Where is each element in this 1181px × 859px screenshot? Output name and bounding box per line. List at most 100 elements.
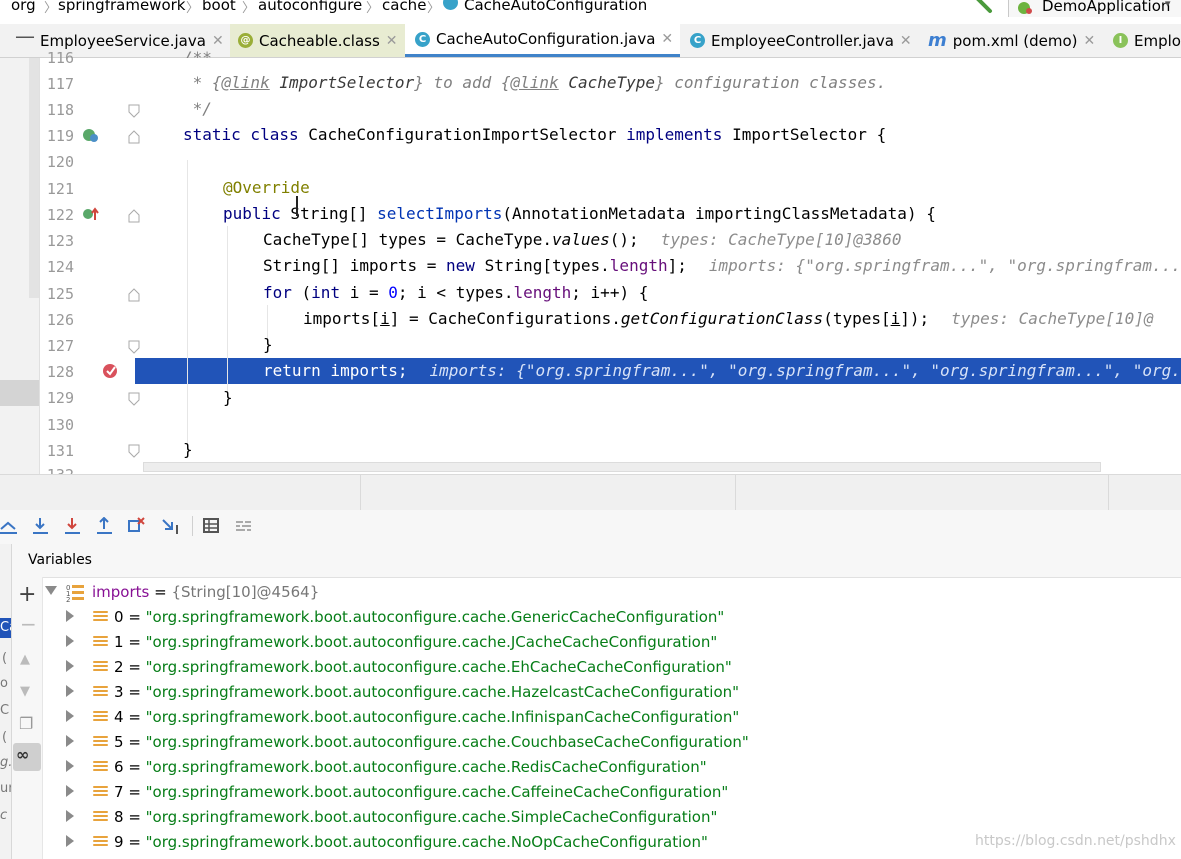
field-icon (93, 809, 108, 821)
code-token: String[types. (474, 256, 610, 275)
array-element-row[interactable]: 5 = "org.springframework.boot.autoconfig… (114, 733, 749, 751)
code-token: imports[ (303, 309, 381, 328)
element-index: 3 (114, 683, 124, 701)
array-element-row[interactable]: 6 = "org.springframework.boot.autoconfig… (114, 758, 707, 776)
variable-row-imports[interactable]: imports = {String[10]@4564} (92, 583, 319, 601)
step-over-icon[interactable] (32, 517, 50, 535)
code-token: ImportSelector (269, 73, 415, 92)
expand-arrow-icon[interactable] (66, 610, 74, 622)
element-value: "org.springframework.boot.autoconfigure.… (145, 683, 740, 701)
tab-cacheable[interactable]: @ Cacheable.class ✕ (230, 24, 405, 57)
breadcrumb-item-autoconfigure[interactable]: autoconfigure (258, 0, 362, 14)
run-configuration-selector[interactable]: DemoApplication ▾ (1008, 0, 1181, 17)
expand-arrow-icon[interactable] (66, 710, 74, 722)
breadcrumb-item-org[interactable]: org (11, 0, 36, 14)
fold-marker-icon[interactable] (128, 209, 140, 223)
code-token: getConfigurationClass (620, 309, 824, 328)
element-index: 9 (114, 833, 124, 851)
show-watches-toggle[interactable]: ∞ (13, 743, 41, 771)
tab-cache-auto-configuration[interactable]: C CacheAutoConfiguration.java ✕ (405, 24, 680, 57)
drop-frame-icon[interactable] (128, 517, 146, 535)
show-execution-point-icon[interactable] (0, 517, 18, 535)
fold-marker-icon[interactable] (128, 104, 140, 118)
code-token: @link (221, 73, 270, 92)
breadcrumb-item-cache[interactable]: cache (382, 0, 426, 14)
tab-employee-controller[interactable]: C EmployeeController.java ✕ (690, 24, 920, 57)
add-watch-icon[interactable]: + (18, 582, 36, 607)
close-icon[interactable]: ✕ (212, 33, 224, 49)
element-value: "org.springframework.boot.autoconfigure.… (145, 658, 732, 676)
hammer-icon[interactable] (972, 0, 994, 14)
breakpoint-icon[interactable] (102, 362, 120, 380)
close-icon[interactable]: ✕ (386, 33, 398, 49)
run-configuration-label: DemoApplication (1042, 0, 1171, 15)
override-method-icon[interactable] (82, 206, 100, 222)
horizontal-scrollbar[interactable] (143, 462, 1101, 472)
code-token: ( (291, 283, 312, 302)
array-element-row[interactable]: 2 = "org.springframework.boot.autoconfig… (114, 658, 732, 676)
element-equals: = (123, 783, 146, 801)
evaluate-expression-icon[interactable] (203, 518, 220, 534)
fold-marker-icon[interactable] (128, 130, 140, 144)
expand-arrow-icon[interactable] (45, 586, 57, 595)
move-up-icon[interactable]: ▲ (20, 652, 30, 667)
element-index: 6 (114, 758, 124, 776)
expand-arrow-icon[interactable] (66, 685, 74, 697)
scroll-indicator[interactable] (29, 58, 39, 298)
frame-label: ( (2, 651, 8, 666)
code-token: ; i++) { (571, 283, 649, 302)
step-out-icon[interactable] (96, 517, 114, 535)
tab-pom-xml[interactable]: m pom.xml (demo) ✕ (928, 24, 1108, 57)
breadcrumb-item-class[interactable]: CacheAutoConfiguration (464, 0, 647, 14)
expand-arrow-icon[interactable] (66, 760, 74, 772)
fold-marker-icon[interactable] (128, 392, 140, 406)
close-icon[interactable]: ✕ (1084, 33, 1096, 49)
field-icon (93, 609, 108, 621)
array-variable-icon: 0 1 2 (66, 584, 84, 603)
trace-current-stream-icon[interactable] (235, 518, 252, 534)
fold-marker-icon[interactable] (128, 340, 140, 354)
code-line-119: static class CacheConfigurationImportSel… (183, 125, 886, 144)
array-element-row[interactable]: 1 = "org.springframework.boot.autoconfig… (114, 633, 717, 651)
annotation-icon: @ (238, 33, 253, 48)
implements-method-icon[interactable] (82, 127, 100, 143)
copy-icon[interactable]: ❐ (19, 714, 33, 733)
array-element-row[interactable]: 9 = "org.springframework.boot.autoconfig… (114, 833, 708, 851)
element-value: "org.springframework.boot.autoconfigure.… (145, 808, 718, 826)
element-index: 2 (114, 658, 124, 676)
array-element-row[interactable]: 0 = "org.springframework.boot.autoconfig… (114, 608, 724, 626)
expand-arrow-icon[interactable] (66, 735, 74, 747)
expand-arrow-icon[interactable] (66, 810, 74, 822)
expand-arrow-icon[interactable] (66, 635, 74, 647)
tab-employee-interface[interactable]: I Emplo (1113, 24, 1181, 57)
step-into-icon[interactable] (64, 517, 82, 535)
line-number: 124 (46, 258, 74, 276)
code-line-127: } (263, 335, 273, 354)
breadcrumb-separator: 〉 (242, 1, 256, 16)
expand-arrow-icon[interactable] (66, 785, 74, 797)
close-icon[interactable]: ✕ (661, 31, 673, 47)
move-down-icon[interactable]: ▼ (20, 684, 30, 699)
indent-guide (227, 226, 228, 396)
code-token: public (223, 204, 281, 223)
minimize-icon[interactable]: — (15, 24, 35, 48)
breadcrumb-item-springframework[interactable]: springframework (58, 0, 185, 14)
expand-arrow-icon[interactable] (66, 660, 74, 672)
code-token: @link (510, 73, 559, 92)
remove-watch-icon[interactable]: − (20, 612, 37, 636)
array-element-row[interactable]: 3 = "org.springframework.boot.autoconfig… (114, 683, 739, 701)
array-element-row[interactable]: 4 = "org.springframework.boot.autoconfig… (114, 708, 739, 726)
fold-marker-icon[interactable] (128, 288, 140, 302)
expand-arrow-icon[interactable] (66, 835, 74, 847)
fold-marker-icon[interactable] (128, 444, 140, 458)
line-number: 127 (46, 337, 74, 355)
close-icon[interactable]: ✕ (900, 33, 912, 49)
code-token: length (513, 283, 572, 302)
array-element-row[interactable]: 8 = "org.springframework.boot.autoconfig… (114, 808, 717, 826)
breadcrumb-item-boot[interactable]: boot (202, 0, 236, 14)
run-to-cursor-icon[interactable] (162, 517, 182, 535)
array-element-row[interactable]: 7 = "org.springframework.boot.autoconfig… (114, 783, 728, 801)
code-token: } configuration classes. (655, 73, 887, 92)
element-value: "org.springframework.boot.autoconfigure.… (145, 608, 725, 626)
element-index: 1 (114, 633, 124, 651)
